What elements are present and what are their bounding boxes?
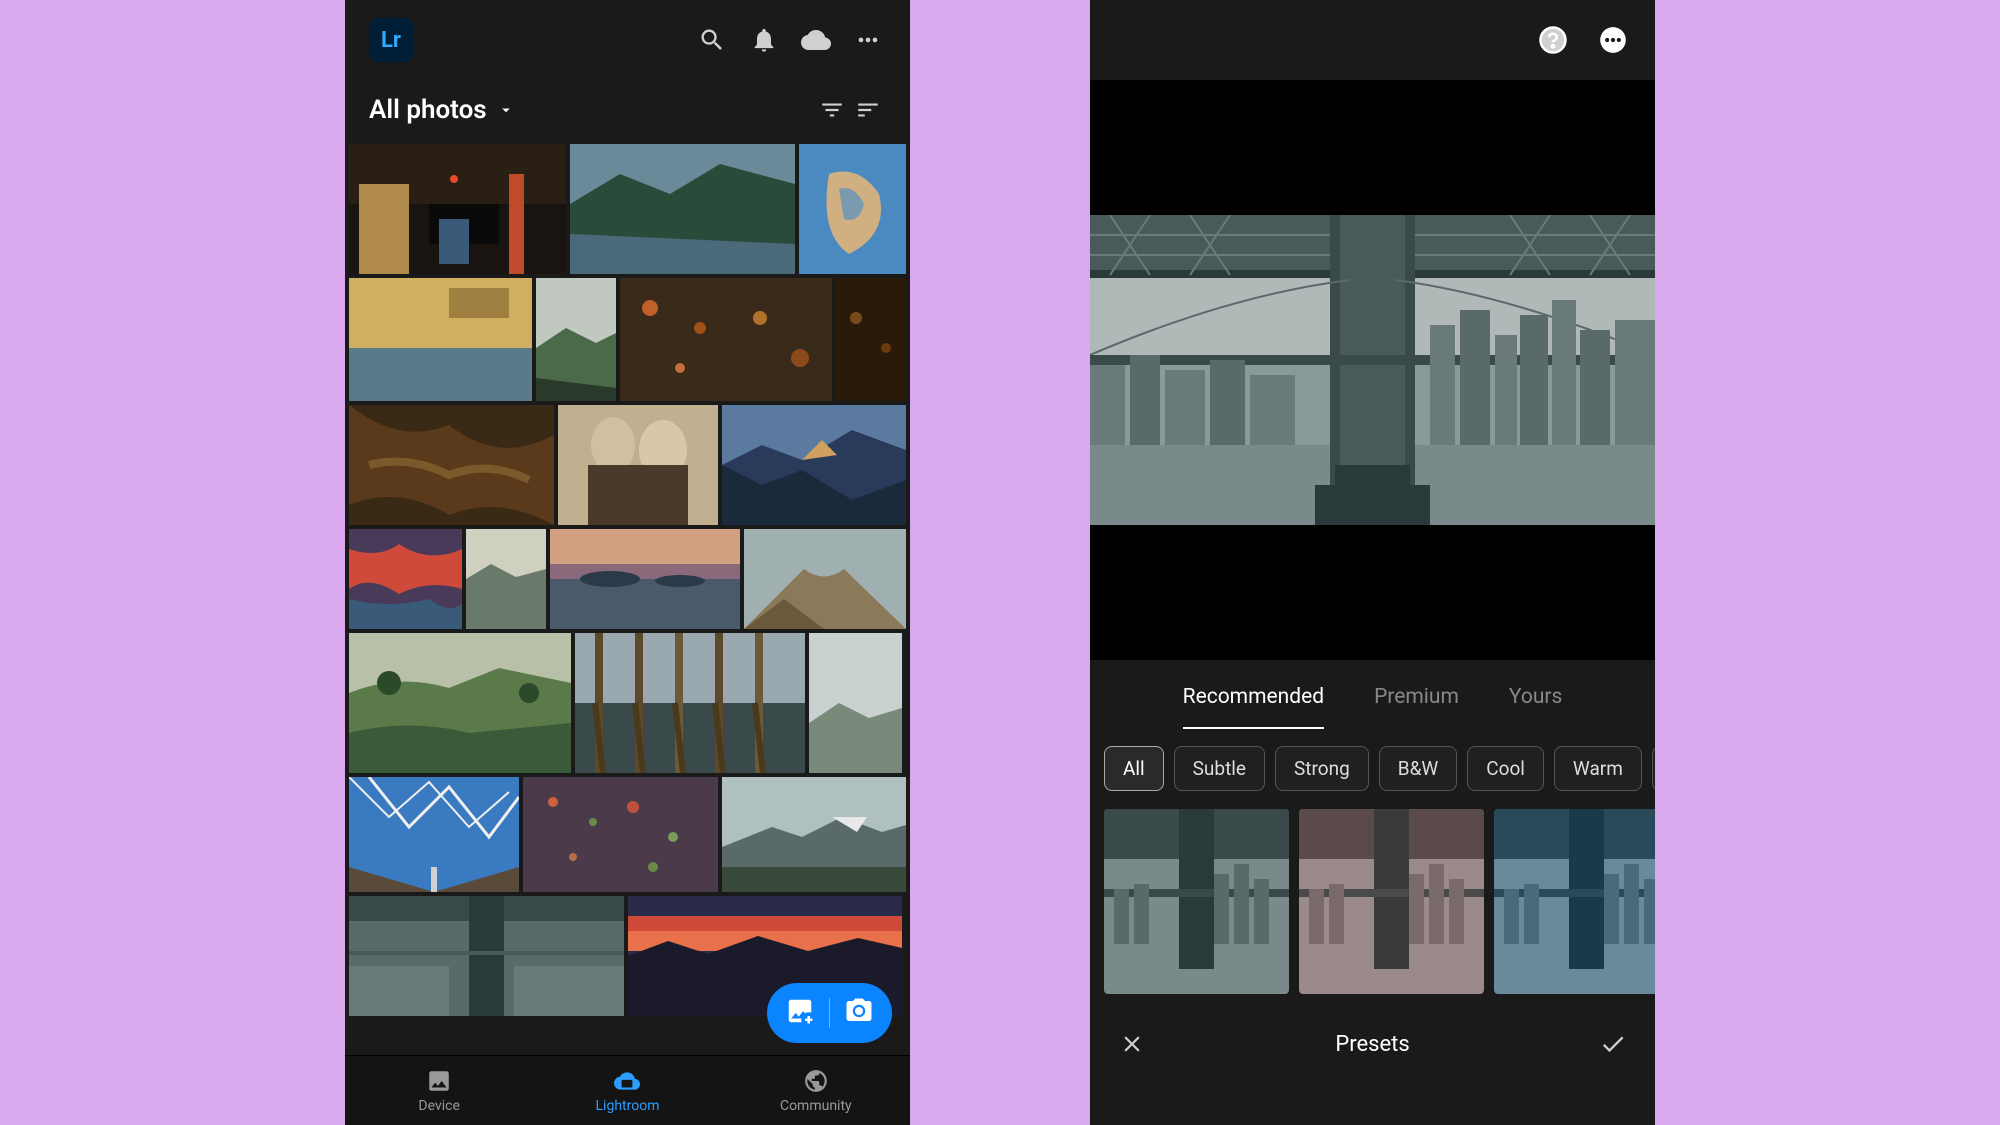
confirm-icon[interactable]	[1595, 1026, 1631, 1062]
photo-grid[interactable]	[345, 140, 910, 1055]
add-fab[interactable]	[767, 983, 892, 1043]
gallery-screen: Lr All photos	[345, 0, 910, 1125]
album-header: All photos	[345, 80, 910, 140]
chip-warm[interactable]: Warm	[1554, 746, 1642, 791]
notifications-icon[interactable]	[746, 22, 782, 58]
tab-premium[interactable]: Premium	[1374, 667, 1459, 727]
camera-icon[interactable]	[844, 996, 874, 1030]
photo-tile[interactable]	[575, 633, 805, 773]
photo-tile[interactable]	[349, 144, 566, 274]
preset-thumbnails	[1090, 803, 1655, 1006]
photo-tile[interactable]	[744, 529, 906, 629]
photo-tile[interactable]	[722, 777, 906, 892]
photo-tile[interactable]	[558, 405, 718, 525]
nav-lightroom[interactable]: Lightroom	[533, 1056, 721, 1125]
chip-all[interactable]: All	[1104, 746, 1164, 791]
edit-screen: Recommended Premium Yours All Subtle Str…	[1090, 0, 1655, 1125]
filter-chips: All Subtle Strong B&W Cool Warm Da	[1090, 734, 1655, 803]
photo-tile[interactable]	[466, 529, 546, 629]
nav-label: Lightroom	[596, 1098, 660, 1114]
tab-yours[interactable]: Yours	[1509, 667, 1562, 727]
top-bar: Lr	[345, 0, 910, 80]
photo-tile[interactable]	[620, 278, 832, 401]
chip-bw[interactable]: B&W	[1379, 746, 1458, 791]
presets-bottom-bar: Presets	[1090, 1006, 1655, 1082]
chip-strong[interactable]: Strong	[1275, 746, 1369, 791]
preset-thumb[interactable]	[1299, 809, 1484, 994]
photo-tile[interactable]	[349, 633, 571, 773]
more-icon[interactable]	[1595, 22, 1631, 58]
photo-tile[interactable]	[550, 529, 740, 629]
help-icon[interactable]	[1535, 22, 1571, 58]
photo-tile[interactable]	[349, 896, 624, 1016]
close-icon[interactable]	[1114, 1026, 1150, 1062]
nav-community[interactable]: Community	[722, 1056, 910, 1125]
sort-icon[interactable]	[850, 92, 886, 128]
album-title: All photos	[369, 95, 487, 125]
photo-tile[interactable]	[349, 278, 532, 401]
bottom-nav: Device Lightroom Community	[345, 1055, 910, 1125]
photo-tile[interactable]	[536, 278, 616, 401]
filter-icon[interactable]	[814, 92, 850, 128]
photo-tile[interactable]	[349, 777, 519, 892]
chip-dark[interactable]: Da	[1652, 746, 1655, 791]
photo-tile[interactable]	[523, 777, 718, 892]
photo-tile[interactable]	[349, 529, 462, 629]
more-icon[interactable]	[850, 22, 886, 58]
photo-tile[interactable]	[809, 633, 902, 773]
album-selector[interactable]: All photos	[369, 95, 515, 125]
nav-label: Device	[418, 1098, 459, 1114]
app-logo[interactable]: Lr	[369, 18, 413, 62]
photo-tile[interactable]	[349, 405, 554, 525]
search-icon[interactable]	[694, 22, 730, 58]
chip-subtle[interactable]: Subtle	[1174, 746, 1265, 791]
photo-preview[interactable]	[1090, 80, 1655, 660]
edit-top-bar	[1090, 0, 1655, 80]
nav-device[interactable]: Device	[345, 1056, 533, 1125]
photo-tile[interactable]	[799, 144, 906, 274]
preset-tabs: Recommended Premium Yours	[1090, 660, 1655, 734]
photo-tile[interactable]	[722, 405, 906, 525]
photo-tile[interactable]	[836, 278, 906, 401]
panel-title: Presets	[1335, 1032, 1409, 1057]
nav-label: Community	[780, 1098, 852, 1114]
tab-recommended[interactable]: Recommended	[1183, 667, 1324, 727]
preset-thumb[interactable]	[1494, 809, 1655, 994]
import-icon[interactable]	[785, 996, 815, 1030]
cloud-icon[interactable]	[798, 22, 834, 58]
chevron-down-icon	[497, 101, 515, 119]
photo-tile[interactable]	[570, 144, 795, 274]
chip-cool[interactable]: Cool	[1467, 746, 1544, 791]
preset-thumb[interactable]	[1104, 809, 1289, 994]
